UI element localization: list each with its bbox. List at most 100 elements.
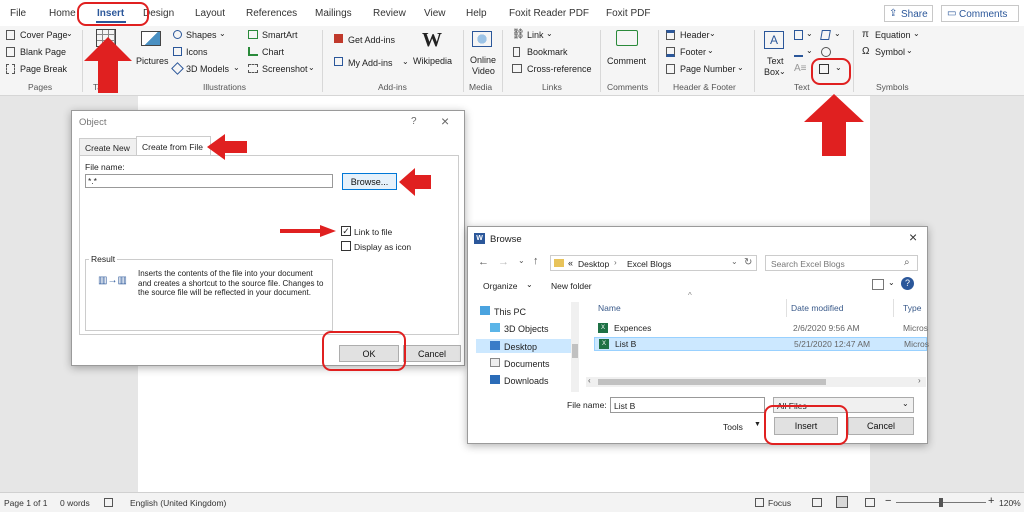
annotation-arrow-up [84, 37, 132, 93]
address-bar[interactable]: « Desktop › Excel Blogs ⌄ ↻ [550, 255, 757, 271]
focus-button[interactable]: Focus [768, 498, 791, 508]
screenshot-button[interactable]: Screenshot [262, 64, 308, 74]
close-button[interactable]: × [441, 113, 449, 129]
tab-review[interactable]: Review [373, 8, 406, 19]
ribbon-separator [658, 30, 659, 92]
symbol-button[interactable]: Symbol [875, 47, 905, 57]
print-layout-icon[interactable] [836, 496, 848, 508]
share-button[interactable]: ⇪ Share [884, 5, 933, 22]
tab-references[interactable]: References [246, 8, 297, 19]
chevron-down-icon[interactable]: ⌄ [518, 256, 525, 265]
my-addins-button[interactable]: My Add-ins [348, 58, 393, 68]
cross-reference-button[interactable]: Cross-reference [527, 64, 592, 74]
zoom-slider-thumb[interactable] [939, 498, 943, 507]
column-type[interactable]: Type [903, 303, 921, 313]
icons-button[interactable]: Icons [186, 47, 208, 57]
chevron-down-icon: ⌄ [834, 29, 841, 38]
web-layout-icon[interactable] [865, 498, 875, 507]
close-button[interactable]: × [909, 229, 917, 245]
organize-menu[interactable]: Organize [483, 281, 518, 291]
annotation-object-button [811, 58, 851, 85]
tab-home[interactable]: Home [49, 8, 76, 19]
filename-input[interactable]: *.* [85, 174, 333, 188]
page-number-button[interactable]: Page Number [680, 64, 736, 74]
online-video-button[interactable]: Online [470, 55, 496, 65]
browse-button[interactable]: Browse... [342, 173, 397, 190]
chevron-down-icon[interactable]: ⌄ [731, 257, 738, 266]
nav-3d-objects[interactable]: 3D Objects [504, 324, 549, 334]
view-options-icon[interactable] [872, 279, 884, 290]
help-button[interactable]: ? [411, 116, 417, 127]
comments-button[interactable]: ▭ Comments [941, 5, 1019, 22]
link-to-file-checkbox[interactable]: ✓ [341, 226, 351, 236]
pictures-button[interactable]: Pictures [136, 56, 169, 66]
file-row-selected[interactable]: X List B 5/21/2020 12:47 AM Micros [594, 337, 929, 351]
nav-scrollbar-thumb[interactable] [572, 344, 578, 358]
zoom-in-icon[interactable]: + [988, 495, 994, 507]
search-box[interactable]: Search Excel Blogs ⌕ [765, 255, 918, 271]
scroll-right-icon[interactable]: › [918, 376, 921, 385]
file-row[interactable]: X Expences 2/6/2020 9:56 AM Micros [594, 321, 928, 335]
new-folder-button[interactable]: New folder [551, 281, 592, 291]
tab-create-from-file[interactable]: Create from File [136, 136, 211, 155]
refresh-icon[interactable]: ↻ [744, 257, 752, 268]
3d-models-button[interactable]: 3D Models [186, 64, 229, 74]
path-segment-desktop[interactable]: Desktop [578, 259, 609, 269]
bookmark-button[interactable]: Bookmark [527, 47, 568, 57]
page-break-button[interactable]: Page Break [20, 64, 67, 74]
help-icon[interactable]: ? [901, 277, 914, 290]
tab-file[interactable]: File [10, 8, 26, 19]
forward-arrow-icon[interactable]: → [498, 256, 509, 268]
ribbon-separator [82, 30, 83, 92]
proofing-icon[interactable] [104, 498, 113, 507]
back-arrow-icon[interactable]: ← [478, 256, 489, 268]
tab-help[interactable]: Help [466, 8, 487, 19]
display-as-icon-checkbox[interactable] [341, 241, 351, 251]
word-count[interactable]: 0 words [60, 498, 90, 508]
read-mode-icon[interactable] [812, 498, 822, 507]
tools-menu[interactable]: Tools [723, 422, 743, 432]
tab-layout[interactable]: Layout [195, 8, 225, 19]
shapes-button[interactable]: Shapes [186, 30, 217, 40]
smartart-button[interactable]: SmartArt [262, 30, 298, 40]
language[interactable]: English (United Kingdom) [130, 498, 226, 508]
zoom-out-icon[interactable]: − [885, 495, 891, 507]
up-arrow-icon[interactable]: ↑ [533, 255, 539, 267]
page-count[interactable]: Page 1 of 1 [4, 498, 47, 508]
ribbon-separator [754, 30, 755, 92]
chart-button[interactable]: Chart [262, 47, 284, 57]
nav-desktop[interactable]: Desktop [504, 342, 537, 352]
header-button[interactable]: Header [680, 30, 710, 40]
cover-page-button[interactable]: Cover Page [20, 30, 68, 40]
filename-input[interactable]: List B [610, 397, 765, 413]
path-segment-excel-blogs[interactable]: Excel Blogs [627, 259, 671, 269]
nav-scrollbar[interactable] [571, 302, 579, 392]
tab-mailings[interactable]: Mailings [315, 8, 352, 19]
zoom-level[interactable]: 120% [999, 498, 1021, 508]
cancel-button[interactable]: Cancel [848, 417, 914, 435]
tab-foxit-reader[interactable]: Foxit Reader PDF [509, 8, 589, 19]
nav-this-pc[interactable]: This PC [494, 307, 526, 317]
scrollbar-thumb[interactable] [598, 379, 826, 385]
column-date-modified[interactable]: Date modified [791, 303, 843, 313]
nav-downloads[interactable]: Downloads [504, 376, 549, 386]
wikipedia-button[interactable]: Wikipedia [413, 56, 452, 66]
page-break-icon [6, 64, 15, 74]
scroll-left-icon[interactable]: ‹ [588, 376, 591, 385]
tab-create-new[interactable]: Create New [79, 138, 138, 155]
blank-page-button[interactable]: Blank Page [20, 47, 66, 57]
file-list-scrollbar[interactable]: ‹ › [586, 376, 926, 387]
footer-button[interactable]: Footer [680, 47, 706, 57]
link-button[interactable]: Link [527, 30, 544, 40]
cancel-button[interactable]: Cancel [403, 345, 461, 362]
nav-documents[interactable]: Documents [504, 359, 550, 369]
get-addins-button[interactable]: Get Add-ins [348, 35, 395, 45]
column-name[interactable]: Name [598, 303, 621, 313]
annotation-insert-tab [77, 2, 149, 26]
text-box-button[interactable]: Text [767, 56, 784, 66]
equation-button[interactable]: Equation [875, 30, 911, 40]
cross-reference-icon [512, 64, 522, 73]
tab-foxit-pdf[interactable]: Foxit PDF [606, 8, 650, 19]
comment-button[interactable]: Comment [607, 56, 646, 66]
tab-view[interactable]: View [424, 8, 446, 19]
